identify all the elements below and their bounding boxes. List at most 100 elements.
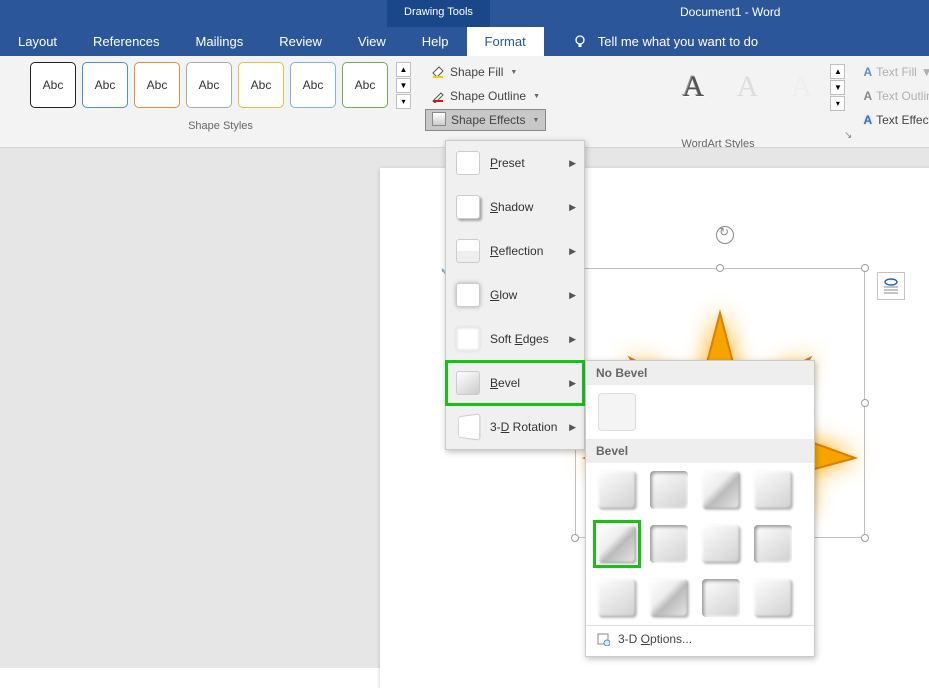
shape-style-thumb[interactable]: Abc (30, 62, 76, 108)
shape-effects-button[interactable]: Shape Effects▼ (425, 109, 546, 131)
rotation-3d-icon (458, 413, 480, 440)
bevel-option[interactable] (698, 521, 744, 567)
selection-handle[interactable] (571, 534, 579, 542)
effects-bevel-item[interactable]: Bevel ▶ (446, 361, 584, 405)
gallery-scroll-up[interactable]: ▲ (396, 62, 411, 77)
shape-outline-button[interactable]: Shape Outline▼ (425, 85, 546, 107)
bevel-option[interactable] (698, 467, 744, 513)
bevel-header-no-bevel: No Bevel (586, 361, 814, 385)
gallery-scroll: ▲ ▼ ▾ (396, 62, 411, 110)
shape-style-thumb[interactable]: Abc (186, 62, 232, 108)
effects-3drotation-item[interactable]: 3-D Rotation ▶ (446, 405, 584, 449)
title-bar: Drawing Tools Document1 - Word (0, 0, 929, 27)
preset-label: reset (498, 156, 525, 170)
submenu-arrow-icon: ▶ (569, 246, 576, 257)
selection-handle[interactable] (861, 264, 869, 272)
text-outline-label: Text Outline (876, 89, 929, 103)
submenu-arrow-icon: ▶ (569, 334, 576, 345)
layout-options-icon (882, 277, 900, 295)
shape-style-thumb[interactable]: Abc (82, 62, 128, 108)
group-label-shape-styles: Shape Styles (30, 120, 411, 132)
tellme-input[interactable]: Tell me what you want to do (598, 34, 758, 49)
bevel-option[interactable] (646, 575, 692, 621)
shape-outline-label: Shape Outline (450, 89, 526, 103)
mnemonic: P (490, 156, 498, 170)
shape-style-thumb[interactable]: Abc (290, 62, 336, 108)
shape-operations: Shape Fill▼ Shape Outline▼ Shape Effects… (425, 56, 546, 147)
wordart-style-thumb[interactable]: A (720, 62, 774, 112)
text-effects-icon: A (863, 113, 872, 127)
tab-view[interactable]: View (340, 27, 404, 56)
bevel-option[interactable] (698, 575, 744, 621)
shape-fill-button[interactable]: Shape Fill▼ (425, 61, 546, 83)
tab-review[interactable]: Review (261, 27, 340, 56)
bevel-option[interactable] (750, 521, 796, 567)
text-effects-label: Text Effects (876, 113, 929, 127)
effects-icon (432, 112, 446, 129)
tab-mailings[interactable]: Mailings (178, 27, 262, 56)
bevel-submenu: No Bevel Bevel 3-D Options... (585, 360, 815, 657)
wordart-style-thumb[interactable]: A (666, 62, 720, 112)
bevel-header-bevel: Bevel (586, 439, 814, 463)
selection-handle[interactable] (861, 534, 869, 542)
shape-effects-menu: Preset ▶ Shadow ▶ Reflection ▶ Glow ▶ So… (445, 140, 585, 450)
shape-style-gallery[interactable]: Abc Abc Abc Abc Abc Abc Abc ▲ ▼ ▾ (30, 62, 411, 110)
bevel-option[interactable] (594, 575, 640, 621)
ribbon: Abc Abc Abc Abc Abc Abc Abc ▲ ▼ ▾ Shape … (0, 56, 929, 148)
tab-layout[interactable]: Layout (0, 27, 75, 56)
bevel-option[interactable] (750, 467, 796, 513)
document-title: Document1 - Word (680, 5, 780, 19)
bevel-icon (456, 371, 480, 395)
wordart-scroll-up[interactable]: ▲ (830, 64, 845, 79)
bucket-icon (431, 65, 445, 79)
submenu-arrow-icon: ▶ (569, 422, 576, 433)
bevel-option[interactable] (646, 467, 692, 513)
wordart-scroll-down[interactable]: ▼ (830, 80, 845, 95)
text-fill-button[interactable]: A Text Fill▼ (859, 61, 929, 83)
shape-fill-label: Shape Fill (450, 65, 503, 79)
shape-styles-group: Abc Abc Abc Abc Abc Abc Abc ▲ ▼ ▾ Shape … (0, 56, 417, 147)
bevel-option-selected[interactable] (594, 521, 640, 567)
effects-reflection-item[interactable]: Reflection ▶ (446, 229, 584, 273)
reflection-icon (456, 239, 480, 263)
bevel-option[interactable] (594, 467, 640, 513)
selection-handle[interactable] (861, 399, 869, 407)
selection-handle[interactable] (716, 264, 724, 272)
wordart-dialog-launcher[interactable]: ↘ (844, 130, 852, 141)
wordart-more[interactable]: ▾ (830, 96, 845, 111)
rotate-handle[interactable] (716, 226, 734, 244)
effects-softedges-item[interactable]: Soft Edges ▶ (446, 317, 584, 361)
text-operations: A Text Fill▼ A Text Outline▼ A Text Effe… (859, 56, 929, 147)
text-fill-label: Text Fill (876, 65, 917, 79)
shadow-icon (456, 195, 480, 219)
bevel-3d-options[interactable]: 3-D Options... (586, 625, 814, 652)
bevel-option[interactable] (750, 575, 796, 621)
submenu-arrow-icon: ▶ (569, 378, 576, 389)
submenu-arrow-icon: ▶ (569, 290, 576, 301)
gallery-scroll-down[interactable]: ▼ (396, 78, 411, 93)
text-fill-icon: A (863, 65, 872, 79)
effects-glow-item[interactable]: Glow ▶ (446, 273, 584, 317)
tellme-icon (572, 34, 588, 50)
tab-references[interactable]: References (75, 27, 177, 56)
layout-options-button[interactable] (877, 272, 905, 300)
submenu-arrow-icon: ▶ (569, 202, 576, 213)
tab-format[interactable]: Format (467, 27, 544, 56)
shape-style-thumb[interactable]: Abc (238, 62, 284, 108)
effects-shadow-item[interactable]: Shadow ▶ (446, 185, 584, 229)
bevel-option-none[interactable] (594, 389, 640, 435)
text-outline-button[interactable]: A Text Outline▼ (859, 85, 929, 107)
options-icon (596, 632, 610, 646)
bevel-option[interactable] (646, 521, 692, 567)
ribbon-tabs: Layout References Mailings Review View H… (0, 27, 929, 56)
effects-preset-item[interactable]: Preset ▶ (446, 141, 584, 185)
wordart-gallery[interactable]: A A A ▲ ▼ ▾ (666, 56, 845, 147)
contextual-tab-drawing-tools: Drawing Tools (387, 0, 490, 27)
tab-help[interactable]: Help (404, 27, 467, 56)
shape-style-thumb[interactable]: Abc (134, 62, 180, 108)
gallery-more[interactable]: ▾ (396, 94, 411, 109)
shape-style-thumb[interactable]: Abc (342, 62, 388, 108)
preset-icon (456, 151, 480, 175)
wordart-style-thumb[interactable]: A (774, 62, 828, 112)
text-effects-button[interactable]: A Text Effects▼ (859, 109, 929, 131)
